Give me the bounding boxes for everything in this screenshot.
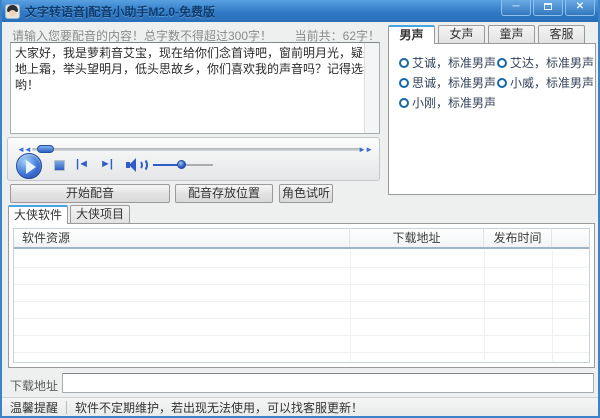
column-divider xyxy=(350,251,351,362)
voice-option[interactable]: 艾达，标准男声 xyxy=(497,54,594,71)
volume-slider[interactable] xyxy=(153,160,213,169)
voice-option-label: 小刚，标准男声 xyxy=(412,96,497,110)
column-divider xyxy=(552,251,553,362)
voice-option-label: 艾诚，标准男声 xyxy=(412,56,497,70)
maximize-button[interactable] xyxy=(533,0,563,16)
voice-option[interactable]: 小刚，标准男声 xyxy=(399,94,496,111)
voice-tabstrip: 男声 女声 童声 客服 xyxy=(388,25,585,44)
statusbar-message: 软件不定期维护，若出现无法使用，可以找客服更新！ xyxy=(75,400,364,415)
voice-option-label: 小威，标准男声 xyxy=(510,76,595,90)
tab-child-voice[interactable]: 童声 xyxy=(488,25,535,43)
radio-icon[interactable] xyxy=(399,57,409,68)
tab-female-voice[interactable]: 女声 xyxy=(438,25,485,43)
resource-tabstrip: 大侠软件 大侠项目 xyxy=(8,205,130,224)
statusbar-badge: 温馨提醒 xyxy=(10,400,59,415)
volume-thumb[interactable] xyxy=(177,160,186,169)
statusbar: 温馨提醒 软件不定期维护，若出现无法使用，可以找客服更新！ xyxy=(2,397,598,416)
fast-forward-icon[interactable]: ►► xyxy=(358,145,373,154)
radio-icon[interactable] xyxy=(497,57,507,68)
previous-button[interactable]: |◄ xyxy=(76,158,89,170)
minimize-button[interactable]: ─ xyxy=(501,0,531,16)
resource-panel: 软件资源 下载地址 发布时间 xyxy=(8,223,595,368)
media-player: ◄◄ ►► |◄ ►| xyxy=(7,137,380,181)
radio-icon[interactable] xyxy=(399,77,409,88)
tab-male-voice[interactable]: 男声 xyxy=(388,25,435,44)
play-button[interactable] xyxy=(16,153,42,179)
voice-option-label: 艾达，标准男声 xyxy=(510,56,595,70)
tts-text-input[interactable]: 大家好，我是萝莉音艾宝，现在给你们念首诗吧，窗前明月光，疑是地上霜，举头望明月，… xyxy=(10,42,380,134)
column-divider xyxy=(484,251,485,362)
column-header-software[interactable]: 软件资源 xyxy=(14,229,350,247)
voice-option-label: 思诚，标准男声 xyxy=(412,76,497,90)
stop-button[interactable] xyxy=(54,160,65,171)
role-audition-button[interactable]: 角色试听 xyxy=(279,184,333,203)
table-body[interactable] xyxy=(14,251,589,362)
volume-icon[interactable] xyxy=(126,158,148,172)
next-button[interactable]: ►| xyxy=(100,158,113,170)
table-header-row: 软件资源 下载地址 发布时间 xyxy=(14,229,589,249)
titlebar: 文字转语音|配音小助手M2.0-免费版 ─ ✕ xyxy=(2,0,598,22)
download-address-label: 下载地址 xyxy=(10,379,59,393)
seek-slider[interactable] xyxy=(32,145,362,153)
window-title: 文字转语音|配音小助手M2.0-免费版 xyxy=(25,4,216,19)
seek-thumb[interactable] xyxy=(37,145,54,153)
download-address-input[interactable] xyxy=(62,373,594,393)
play-icon xyxy=(26,160,36,174)
statusbar-separator xyxy=(66,400,68,414)
voice-option[interactable]: 小威，标准男声 xyxy=(497,74,594,91)
radio-icon[interactable] xyxy=(399,97,409,108)
voice-option[interactable]: 思诚，标准男声 xyxy=(399,74,496,91)
textarea-scrollbar[interactable] xyxy=(364,43,379,133)
app-icon xyxy=(5,3,20,19)
resource-table[interactable]: 软件资源 下载地址 发布时间 xyxy=(13,228,590,363)
column-header-download[interactable]: 下载地址 xyxy=(350,229,484,247)
tab-daxia-software[interactable]: 大侠软件 xyxy=(8,205,68,224)
speaker-wave xyxy=(137,158,148,172)
tab-daxia-project[interactable]: 大侠项目 xyxy=(70,205,130,223)
radio-icon[interactable] xyxy=(497,77,507,88)
window-controls: ─ ✕ xyxy=(501,0,595,22)
column-header-date[interactable]: 发布时间 xyxy=(484,229,552,247)
close-button[interactable]: ✕ xyxy=(565,0,595,16)
column-header-empty xyxy=(552,229,589,247)
voice-option-panel: 艾诚，标准男声 艾达，标准男声 思诚，标准男声 小威，标准男声 小刚，标准男声 xyxy=(388,43,596,195)
tab-customer-service[interactable]: 客服 xyxy=(538,25,585,43)
voice-option[interactable]: 艾诚，标准男声 xyxy=(399,54,496,71)
start-dubbing-button[interactable]: 开始配音 xyxy=(10,184,170,203)
app-icon-face xyxy=(9,9,16,16)
dubbing-location-button[interactable]: 配音存放位置 xyxy=(175,184,273,203)
app-window: 文字转语音|配音小助手M2.0-免费版 ─ ✕ 请输入您要配音的内容！总字数不得… xyxy=(0,0,600,418)
maximize-icon xyxy=(544,3,552,10)
